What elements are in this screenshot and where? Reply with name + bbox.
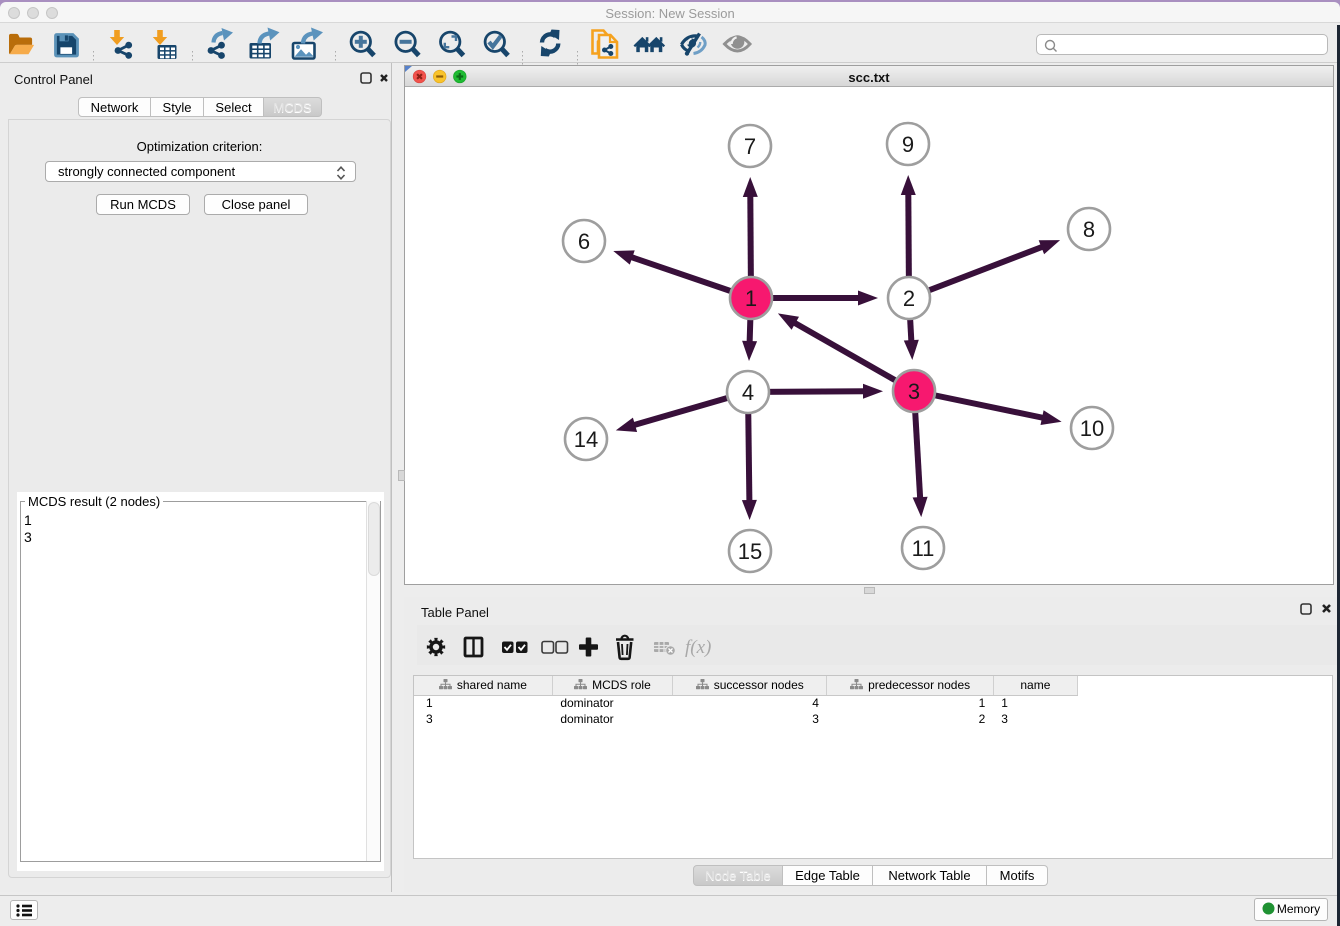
svg-text:8: 8 (1083, 217, 1095, 242)
svg-text:11: 11 (912, 536, 935, 561)
svg-text:9: 9 (902, 132, 914, 157)
svg-text:6: 6 (578, 229, 590, 254)
svg-text:2: 2 (903, 286, 915, 311)
svg-text:f(x): f(x) (685, 637, 711, 658)
svg-text:10: 10 (1080, 416, 1104, 441)
svg-text:1: 1 (745, 286, 757, 311)
svg-text:3: 3 (908, 379, 920, 404)
svg-text:14: 14 (574, 427, 598, 452)
svg-text:4: 4 (742, 380, 754, 405)
svg-text:7: 7 (744, 134, 756, 159)
svg-text:15: 15 (738, 539, 762, 564)
